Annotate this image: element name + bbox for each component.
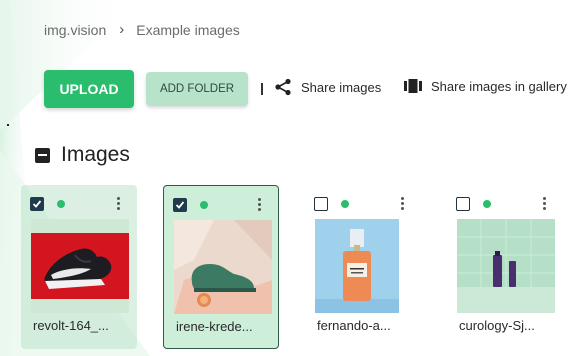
share-gallery-button[interactable]: Share images in gallery xyxy=(404,78,567,94)
section-title: Images xyxy=(61,143,130,166)
section-header: Images xyxy=(35,143,130,167)
image-card[interactable]: fernando-a... xyxy=(305,185,421,349)
green-shoe-image xyxy=(174,220,272,314)
check-icon xyxy=(32,200,42,208)
collapse-toggle[interactable] xyxy=(35,147,50,163)
page: img.vision › Example images UPLOAD ADD F… xyxy=(0,0,578,356)
status-dot xyxy=(57,200,65,208)
image-filename: fernando-a... xyxy=(317,318,391,333)
minus-icon xyxy=(38,154,47,156)
image-checkbox[interactable] xyxy=(30,197,44,211)
perfume-bottle-image xyxy=(315,219,399,313)
share-images-button[interactable]: Share images xyxy=(274,78,381,96)
status-dot xyxy=(341,200,349,208)
more-vert-icon[interactable] xyxy=(542,197,546,210)
add-folder-button[interactable]: ADD FOLDER xyxy=(146,72,248,106)
stray-mark xyxy=(7,124,9,126)
image-card[interactable]: revolt-164_... xyxy=(21,185,137,349)
image-thumbnail[interactable] xyxy=(315,219,413,313)
image-checkbox[interactable] xyxy=(314,197,328,211)
cosmetics-bottles-image xyxy=(457,219,555,313)
status-dot xyxy=(483,200,491,208)
toolbar-divider xyxy=(261,83,263,95)
check-icon xyxy=(175,201,185,209)
more-vert-icon[interactable] xyxy=(257,198,261,211)
breadcrumb-item-root[interactable]: img.vision xyxy=(44,22,106,38)
share-images-label: Share images xyxy=(301,79,382,95)
image-thumbnail[interactable] xyxy=(31,219,129,313)
image-card[interactable]: irene-krede... xyxy=(163,185,279,349)
image-thumbnail[interactable] xyxy=(457,219,555,313)
more-vert-icon[interactable] xyxy=(116,197,120,210)
chevron-right-icon: › xyxy=(119,21,125,38)
image-thumbnail[interactable] xyxy=(174,220,272,314)
breadcrumb-item-current[interactable]: Example images xyxy=(136,22,240,38)
image-filename: irene-krede... xyxy=(176,319,253,334)
share-gallery-label: Share images in gallery xyxy=(431,78,567,94)
image-card[interactable]: curology-Sj... xyxy=(447,185,563,349)
image-checkbox[interactable] xyxy=(456,197,470,211)
gallery-icon xyxy=(404,79,422,93)
image-checkbox[interactable] xyxy=(173,198,187,212)
image-filename: revolt-164_... xyxy=(33,318,109,333)
red-sneaker-image xyxy=(31,219,129,313)
more-vert-icon[interactable] xyxy=(400,197,404,210)
share-icon xyxy=(275,78,291,96)
upload-button[interactable]: UPLOAD xyxy=(44,70,134,108)
image-filename: curology-Sj... xyxy=(459,318,535,333)
breadcrumb: img.vision › Example images xyxy=(44,21,240,38)
status-dot xyxy=(200,201,208,209)
